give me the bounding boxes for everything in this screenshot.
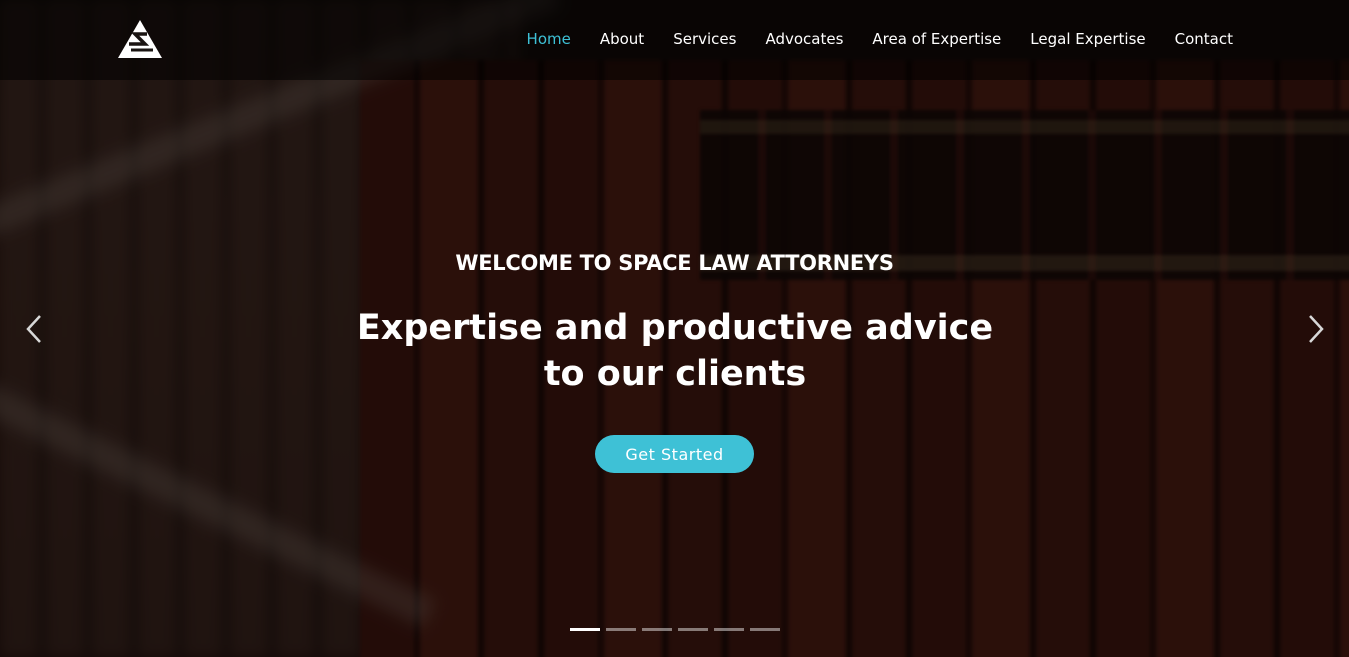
carousel-indicator[interactable] <box>714 628 744 631</box>
nav-link-services[interactable]: Services <box>673 30 736 48</box>
chevron-left-icon <box>26 315 41 343</box>
navbar: Home About Services Advocates Area of Ex… <box>0 0 1349 80</box>
carousel-indicator[interactable] <box>678 628 708 631</box>
nav-menu: Home About Services Advocates Area of Ex… <box>498 30 1233 48</box>
nav-link-advocates[interactable]: Advocates <box>765 30 843 48</box>
triangle-s-logo-icon <box>118 20 162 58</box>
hero-kicker: WELCOME TO SPACE LAW ATTORNEYS <box>455 251 894 275</box>
nav-link-about[interactable]: About <box>600 30 644 48</box>
carousel-indicator[interactable] <box>606 628 636 631</box>
nav-link-legal-expertise[interactable]: Legal Expertise <box>1030 30 1145 48</box>
carousel-indicators <box>570 628 780 631</box>
carousel-indicator[interactable] <box>750 628 780 631</box>
hero-headline: Expertise and productive advice to our c… <box>356 308 994 394</box>
get-started-button[interactable]: Get Started <box>595 435 754 473</box>
site-logo[interactable] <box>117 19 163 59</box>
carousel-indicator[interactable] <box>642 628 672 631</box>
chevron-right-icon <box>1309 315 1324 343</box>
carousel-prev-button[interactable] <box>20 312 50 346</box>
nav-link-home[interactable]: Home <box>527 30 571 48</box>
nav-link-contact[interactable]: Contact <box>1175 30 1233 48</box>
carousel-next-button[interactable] <box>1300 312 1330 346</box>
carousel-indicator[interactable] <box>570 628 600 631</box>
nav-link-area-of-expertise[interactable]: Area of Expertise <box>872 30 1001 48</box>
